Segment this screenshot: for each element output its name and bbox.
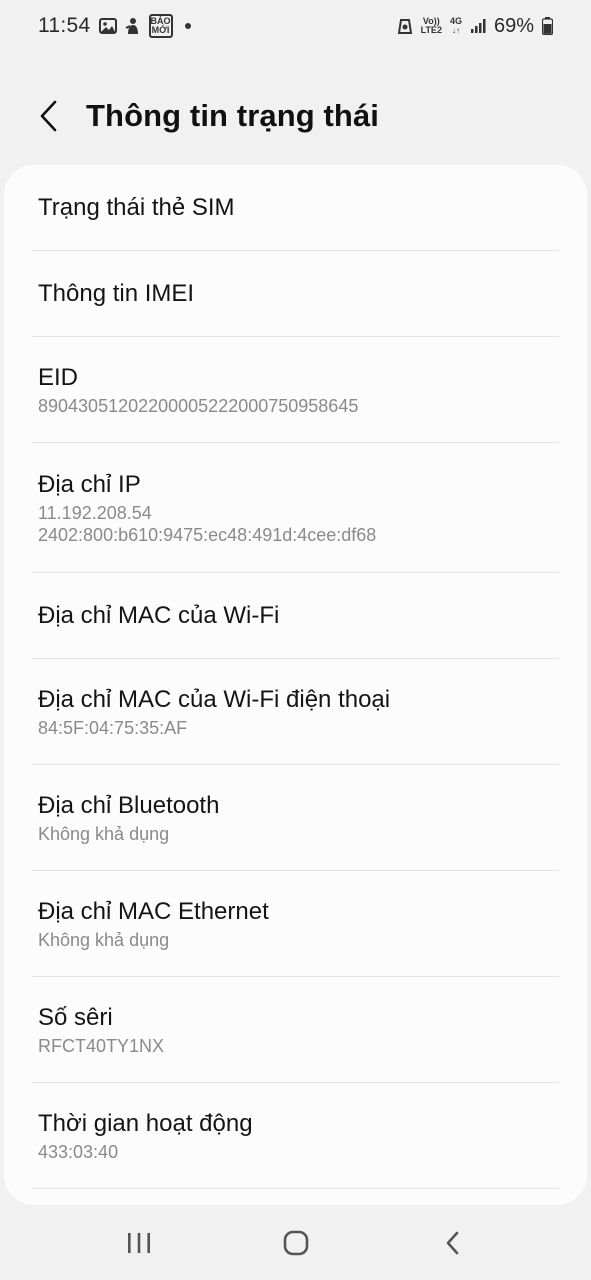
header: Thông tin trạng thái xyxy=(0,84,591,148)
item-value: RFCT40TY1NX xyxy=(38,1036,165,1056)
item-title: Thông tin IMEI xyxy=(38,280,195,307)
list-item-phone-wifi-mac[interactable]: Địa chỉ MAC của Wi-Fi điện thoại 84:5F:0… xyxy=(4,659,587,765)
volte-bottom: LTE2 xyxy=(420,25,442,35)
network-type-label: 4G xyxy=(449,16,462,26)
item-value-ipv6: 2402:800:b610:9475:ec48:491d:4cee:df68 xyxy=(38,525,377,545)
list-item-wifi-mac[interactable]: Địa chỉ MAC của Wi-Fi xyxy=(4,573,587,659)
list-item-imei[interactable]: Thông tin IMEI xyxy=(4,251,587,337)
status-time: 11:54 xyxy=(38,14,91,37)
list-item-serial-number[interactable]: Số sêri RFCT40TY1NX xyxy=(4,977,587,1083)
list-item-uptime[interactable]: Thời gian hoạt động 433:03:40 xyxy=(4,1083,587,1189)
item-title: Địa chỉ Bluetooth xyxy=(38,792,220,819)
network-arrows: ↓↑ xyxy=(451,26,460,35)
back-button[interactable] xyxy=(22,89,76,143)
gallery-icon xyxy=(98,18,117,34)
list-item-eid[interactable]: EID 89043051202200005222000750958645 xyxy=(4,337,587,443)
item-title: Địa chỉ MAC của Wi-Fi điện thoại xyxy=(38,686,391,713)
recycle-icon xyxy=(397,17,413,35)
item-title: Địa chỉ MAC Ethernet xyxy=(38,898,269,925)
status-bar: 11:54 BÁO MỚI Vo)) LTE2 4G ↓↑ 69% xyxy=(0,0,591,52)
recents-icon xyxy=(127,1233,150,1253)
network-type-icon: 4G ↓↑ xyxy=(449,16,462,36)
item-title: Số sêri xyxy=(38,1004,113,1031)
list-item-ethernet-mac[interactable]: Địa chỉ MAC Ethernet Không khả dụng xyxy=(4,871,587,977)
status-left: 11:54 BÁO MỚI xyxy=(38,14,191,38)
chevron-left-icon xyxy=(40,100,57,132)
volte-icon: Vo)) LTE2 xyxy=(421,17,442,35)
status-right: Vo)) LTE2 4G ↓↑ 69% xyxy=(397,15,553,38)
item-title: Địa chỉ MAC của Wi-Fi xyxy=(38,602,280,629)
item-value: 89043051202200005222000750958645 xyxy=(38,396,359,416)
battery-percent: 69% xyxy=(493,14,534,37)
item-value: 11.192.208.54 xyxy=(38,503,152,523)
home-button[interactable] xyxy=(264,1218,328,1268)
item-title: EID xyxy=(38,364,79,391)
back-nav-button[interactable] xyxy=(421,1218,485,1268)
list-item-sim-status[interactable]: Trạng thái thẻ SIM xyxy=(4,165,587,251)
list-item-bluetooth-address[interactable]: Địa chỉ Bluetooth Không khả dụng xyxy=(4,765,587,871)
item-value: Không khả dụng xyxy=(38,930,170,950)
item-value: 84:5F:04:75:35:AF xyxy=(38,718,188,738)
baomoi-label-bottom: MỚI xyxy=(151,25,170,35)
recents-button[interactable] xyxy=(107,1218,171,1268)
signal-icon xyxy=(470,18,486,34)
item-title: Địa chỉ IP xyxy=(38,471,141,498)
page-title: Thông tin trạng thái xyxy=(86,98,380,133)
item-title: Trạng thái thẻ SIM xyxy=(38,194,235,221)
status-info-list: Trạng thái thẻ SIM Thông tin IMEI EID 89… xyxy=(4,165,587,1205)
battery-icon xyxy=(542,17,553,35)
navigation-bar xyxy=(0,1206,591,1280)
divider xyxy=(32,1188,559,1189)
item-value: 433:03:40 xyxy=(38,1142,119,1162)
figure-icon xyxy=(125,17,141,35)
notification-dot-icon xyxy=(184,23,191,29)
item-value: Không khả dụng xyxy=(38,824,170,844)
list-item-ip-address[interactable]: Địa chỉ IP 11.192.208.54 2402:800:b610:9… xyxy=(4,443,587,573)
back-icon xyxy=(446,1231,458,1255)
baomoi-icon: BÁO MỚI xyxy=(148,14,173,38)
item-title: Thời gian hoạt động xyxy=(38,1110,253,1137)
home-icon xyxy=(283,1230,308,1256)
